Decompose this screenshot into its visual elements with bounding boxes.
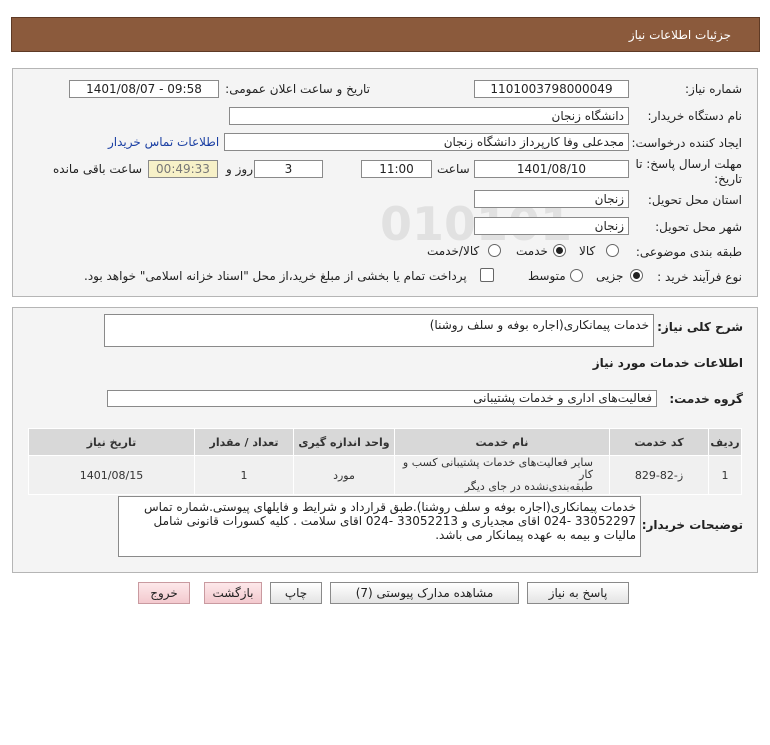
cell-name-line2: طبقه‌بندی‌نشده در جای دیگر: [464, 480, 593, 493]
deadline-date-field: 1401/08/10: [474, 160, 629, 178]
category-radio-service[interactable]: [553, 244, 566, 257]
cell-name-line1: سایر فعالیت‌های خدمات پشتیبانی کسب و کار: [402, 456, 593, 481]
cell-name: سایر فعالیت‌های خدمات پشتیبانی کسب و کار…: [394, 455, 610, 495]
need-number-field: 1101003798000049: [474, 80, 629, 98]
city-label: شهر محل تحویل:: [655, 220, 742, 234]
summary-label: شرح کلی نیاز:: [657, 320, 743, 334]
cell-unit: مورد: [293, 455, 395, 495]
page-title: جزئیات اطلاعات نیاز: [628, 28, 731, 42]
deadline-time-label: ساعت: [437, 162, 470, 176]
province-field: زنجان: [474, 190, 629, 208]
view-attachments-button[interactable]: مشاهده مدارک پیوستی (7): [330, 582, 519, 604]
buyer-contact-link[interactable]: اطلاعات تماس خریدار: [108, 135, 219, 149]
cell-date: 1401/08/15: [28, 455, 195, 495]
process-option-minor: جزیی: [596, 269, 624, 283]
col-unit: واحد اندازه گیری: [293, 428, 395, 456]
summary-field: خدمات پیمانکاری(اجاره بوفه و سلف روشنا): [104, 314, 654, 347]
page-header: جزئیات اطلاعات نیاز: [11, 17, 760, 52]
need-number-label: شماره نیاز:: [685, 82, 742, 96]
buyer-notes-label: توضیحات خریدار:: [641, 518, 743, 532]
table-row: 1 ز-82-829 سایر فعالیت‌های خدمات پشتیبان…: [28, 455, 742, 495]
days-label: روز و: [226, 162, 253, 176]
remaining-time-field: 00:49:33: [148, 160, 218, 178]
category-option-service: خدمت: [516, 244, 548, 258]
services-section-title: اطلاعات خدمات مورد نیاز: [592, 356, 743, 370]
buyer-notes-field: خدمات پیمانکاری(اجاره بوفه و سلف روشنا).…: [118, 496, 641, 557]
treasury-payment-note: پرداخت تمام یا بخشی از مبلغ خرید،از محل …: [84, 269, 467, 283]
category-radio-goods-service[interactable]: [488, 244, 501, 257]
days-remaining-field: 3: [254, 160, 323, 178]
announce-datetime-field: 1401/08/07 - 09:58: [69, 80, 219, 98]
creator-field: مجدعلی وفا کارپرداز دانشگاه زنجان: [224, 133, 629, 151]
exit-button[interactable]: خروج: [138, 582, 190, 604]
print-button[interactable]: چاپ: [270, 582, 322, 604]
category-option-goods-service: کالا/خدمت: [427, 244, 480, 258]
col-date: تاریخ نیاز: [28, 428, 195, 456]
remaining-time-label: ساعت باقی مانده: [53, 162, 143, 176]
announce-label: تاریخ و ساعت اعلان عمومی:: [225, 82, 370, 96]
col-qty: تعداد / مقدار: [194, 428, 294, 456]
process-radio-minor[interactable]: [630, 269, 643, 282]
city-field: زنجان: [474, 217, 629, 235]
process-radio-medium[interactable]: [570, 269, 583, 282]
process-option-medium: متوسط: [528, 269, 566, 283]
category-label: طبقه بندی موضوعی:: [635, 245, 742, 259]
cell-row: 1: [708, 455, 742, 495]
service-group-label: گروه خدمت:: [669, 392, 743, 406]
deadline-label: مهلت ارسال پاسخ: تا: [635, 157, 742, 171]
table-header-row: ردیف کد خدمت نام خدمت واحد اندازه گیری ت…: [28, 428, 742, 456]
category-option-goods: کالا: [579, 244, 596, 258]
deadline-time-field: 11:00: [361, 160, 432, 178]
need-info-panel: [12, 68, 758, 297]
process-label: نوع فرآیند خرید :: [657, 270, 742, 284]
treasury-payment-checkbox[interactable]: [480, 268, 494, 282]
col-name: نام خدمت: [394, 428, 610, 456]
category-radio-goods[interactable]: [606, 244, 619, 257]
reply-button[interactable]: پاسخ به نیاز: [527, 582, 629, 604]
province-label: استان محل تحویل:: [647, 193, 742, 207]
deadline-label-2: تاریخ:: [714, 172, 742, 186]
services-table: ردیف کد خدمت نام خدمت واحد اندازه گیری ت…: [28, 428, 742, 495]
buyer-org-label: نام دستگاه خریدار:: [647, 109, 743, 123]
back-button[interactable]: بازگشت: [204, 582, 262, 604]
col-code: کد خدمت: [609, 428, 709, 456]
col-row: ردیف: [708, 428, 742, 456]
creator-label: ایجاد کننده درخواست:: [631, 136, 742, 150]
buyer-org-field: دانشگاه زنجان: [229, 107, 629, 125]
service-group-field: فعالیت‌های اداری و خدمات پشتیبانی: [107, 390, 657, 407]
cell-code: ز-82-829: [609, 455, 709, 495]
cell-qty: 1: [194, 455, 294, 495]
